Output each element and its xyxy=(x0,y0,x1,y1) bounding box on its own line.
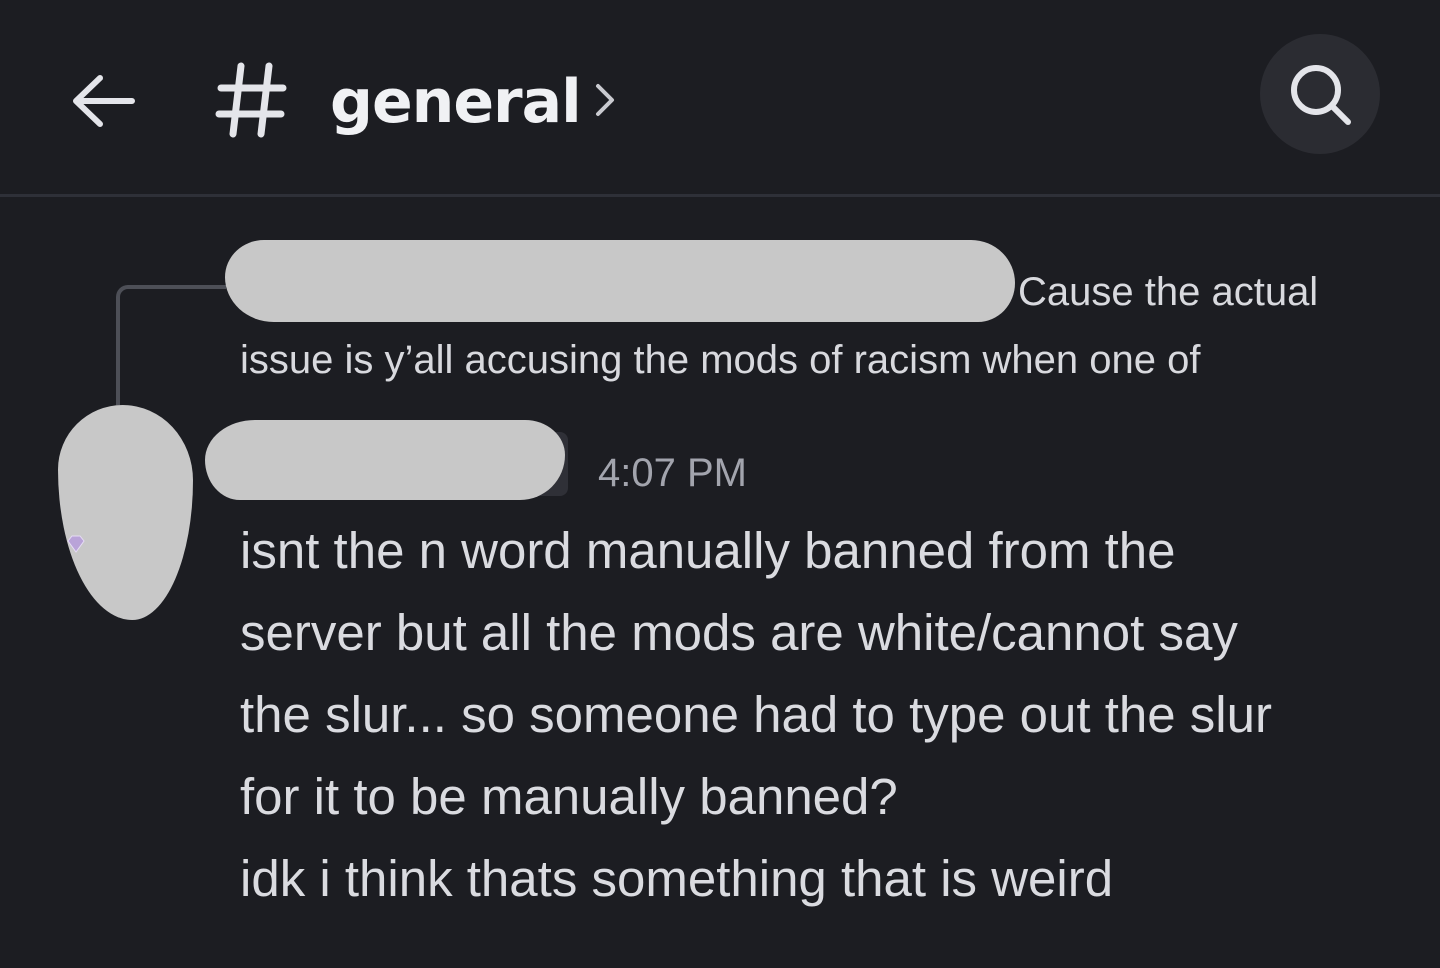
message-line: the slur... so someone had to type out t… xyxy=(240,686,1272,743)
search-button[interactable] xyxy=(1260,34,1380,154)
channel-name[interactable]: general xyxy=(330,62,582,142)
avatar[interactable] xyxy=(58,405,193,620)
message-timestamp: 4:07 PM xyxy=(598,451,747,495)
message-line: isnt the n word manually banned from the xyxy=(240,522,1176,579)
chevron-right-icon[interactable] xyxy=(590,80,620,120)
message-line: server but all the mods are white/cannot… xyxy=(240,604,1238,661)
header-divider xyxy=(0,194,1440,197)
hashtag-icon xyxy=(215,60,287,140)
message-line: idk i think thats something that is weir… xyxy=(240,850,1114,907)
search-icon xyxy=(1291,65,1351,125)
author-name-redaction[interactable] xyxy=(205,420,565,500)
reply-connector xyxy=(116,285,226,405)
back-arrow-icon[interactable] xyxy=(68,70,140,132)
channel-header: general xyxy=(0,0,1440,195)
message-line: for it to be manually banned? xyxy=(240,768,898,825)
gem-badge-icon xyxy=(66,535,86,553)
message-content: isnt the n word manually banned from the… xyxy=(240,510,1400,920)
reply-author-redaction xyxy=(225,240,1015,322)
